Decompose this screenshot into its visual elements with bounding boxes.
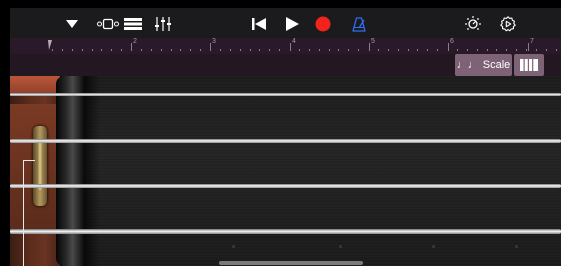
scale-button[interactable]: ♩♩ Scale (455, 54, 512, 76)
playhead-marker-icon[interactable] (48, 40, 52, 50)
go-to-beginning-icon[interactable] (250, 12, 268, 36)
fret-marker (339, 245, 342, 248)
ruler-tick (72, 49, 73, 51)
ruler-tick (52, 49, 53, 51)
ruler-tick (82, 49, 83, 51)
fret-marker (515, 245, 518, 248)
ruler-tick (496, 49, 497, 51)
control-bar (10, 8, 561, 40)
ruler-tick (526, 49, 527, 51)
ruler-tick (230, 49, 231, 51)
timeline-ruler[interactable]: 2 3 4 5 6 7 (10, 38, 561, 54)
selection-cursor-line (23, 160, 24, 266)
ruler-bar-number: 2 (133, 38, 137, 45)
ruler-tick (506, 49, 507, 51)
ruler-tick (437, 49, 438, 51)
bass-string-4[interactable] (10, 229, 561, 234)
ruler-tick (190, 49, 191, 51)
metronome-icon[interactable] (350, 12, 368, 36)
ruler-tick (338, 49, 339, 51)
instrument-nut (56, 76, 86, 266)
ruler-tick (457, 49, 458, 51)
record-icon[interactable] (313, 12, 333, 36)
ruler-bar-number: 6 (450, 38, 454, 45)
ruler-tick (111, 49, 112, 51)
ruler-tick (408, 49, 409, 51)
ruler-bar-number: 5 (371, 38, 375, 45)
scale-button-label: Scale (482, 59, 511, 71)
bridge-pickup-insert (37, 140, 43, 190)
ruler-tick (427, 49, 428, 51)
ruler-bar-number: 4 (292, 38, 296, 45)
ruler-bar-number: 3 (212, 38, 216, 45)
ruler-tick (121, 49, 122, 51)
ruler-tick (467, 49, 468, 51)
ruler-tick (516, 49, 517, 51)
ruler-tick (309, 49, 310, 51)
scale-notes-icon: ♩♩ (456, 59, 479, 71)
ruler-tick (546, 49, 547, 51)
play-icon[interactable] (283, 12, 301, 36)
ruler-tick (62, 49, 63, 51)
ruler-tick (259, 49, 260, 51)
fretboard-edge-shadow (84, 76, 100, 266)
ruler-tick (220, 49, 221, 51)
ruler-tick (477, 49, 478, 51)
ruler-tick (417, 49, 418, 51)
ruler-tick (279, 49, 280, 51)
ruler-tick (299, 49, 300, 51)
ruler-tick (319, 49, 320, 51)
selection-cursor-tick (23, 160, 35, 161)
ruler-tick (161, 49, 162, 51)
master-volume-icon[interactable] (463, 12, 483, 36)
ruler-tick (141, 49, 142, 51)
ruler-tick (487, 49, 488, 51)
ruler-tick (358, 49, 359, 51)
tracks-list-icon[interactable] (122, 12, 144, 36)
ruler-tick (398, 49, 399, 51)
ruler-tick (240, 49, 241, 51)
bass-string-1[interactable] (10, 93, 561, 96)
ruler-tick (536, 49, 537, 51)
ruler-tick (329, 49, 330, 51)
keyboard-icon[interactable] (514, 54, 544, 76)
ruler-tick (556, 49, 557, 51)
ruler-tick (180, 49, 181, 51)
garageband-bass-instrument: 2 3 4 5 6 7 ♩♩ Scale (0, 0, 561, 266)
ruler-tick (269, 49, 270, 51)
bass-string-2[interactable] (10, 139, 561, 143)
ruler-tick (348, 49, 349, 51)
ruler-tick (250, 49, 251, 51)
fret-marker (432, 245, 435, 248)
ruler-tick (92, 49, 93, 51)
bass-string-3[interactable] (10, 184, 561, 188)
dropdown-arrow-icon[interactable] (62, 12, 82, 36)
home-indicator[interactable] (219, 261, 363, 265)
ruler-tick (388, 49, 389, 51)
ruler-tick (171, 49, 172, 51)
mixer-sliders-icon[interactable] (150, 12, 176, 36)
fret-marker (232, 245, 235, 248)
ruler-tick (151, 49, 152, 51)
ruler-tick (101, 49, 102, 51)
view-toggle-icon[interactable] (94, 12, 122, 36)
ruler-tick (200, 49, 201, 51)
ruler-bar-number: 7 (530, 38, 534, 45)
ruler-tick (378, 49, 379, 51)
settings-icon[interactable] (498, 12, 518, 36)
fretboard[interactable] (84, 76, 561, 266)
